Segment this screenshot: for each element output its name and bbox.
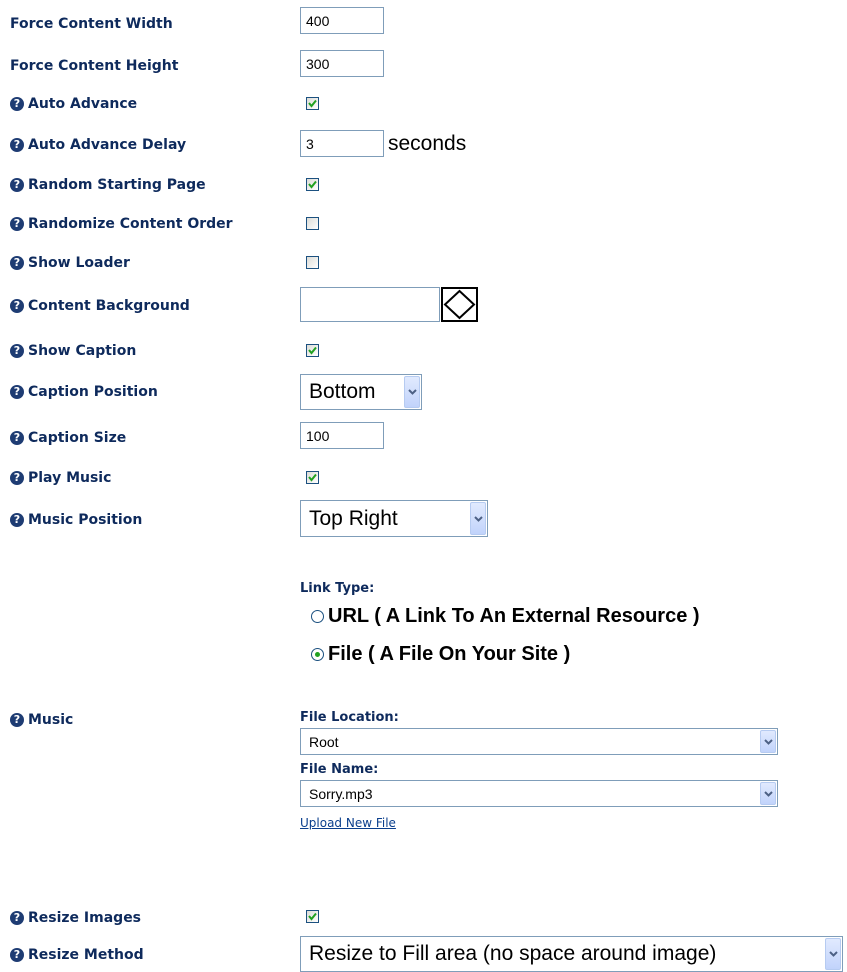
link-type-file-label: File ( A File On Your Site ) <box>328 643 571 665</box>
file-location-selected: Root <box>309 733 339 750</box>
help-question-icon[interactable]: ? <box>10 299 24 313</box>
show-loader-checkbox[interactable] <box>306 256 319 269</box>
seconds-unit-label: seconds <box>388 132 467 155</box>
music-position-selected: Top Right <box>309 506 398 530</box>
help-question-icon[interactable]: ? <box>10 138 24 152</box>
show-loader-text: Show Loader <box>28 255 130 271</box>
random-starting-page-text: Random Starting Page <box>28 177 206 193</box>
resize-images-text: Resize Images <box>28 910 142 926</box>
chevron-down-icon[interactable] <box>760 730 776 753</box>
resize-images-label: ? Resize Images <box>10 908 141 928</box>
checkmark-icon <box>308 912 317 921</box>
help-question-icon[interactable]: ? <box>10 344 24 358</box>
help-question-icon[interactable]: ? <box>10 713 24 727</box>
auto-advance-text: Auto Advance <box>28 96 138 112</box>
random-starting-page-label: ? Random Starting Page <box>10 175 206 195</box>
force-content-height-label: Force Content Height <box>10 56 178 76</box>
resize-method-label: ? Resize Method <box>10 945 144 965</box>
show-caption-checkbox[interactable] <box>306 344 319 357</box>
file-location-label: File Location: <box>300 710 399 725</box>
caption-size-input[interactable]: 100 <box>300 422 384 449</box>
music-position-label: ? Music Position <box>10 510 142 530</box>
play-music-text: Play Music <box>28 470 112 486</box>
upload-new-file-link[interactable]: Upload New File <box>300 816 396 830</box>
link-type-url-label: URL ( A Link To An External Resource ) <box>328 605 700 627</box>
force-content-height-input[interactable]: 300 <box>300 50 384 77</box>
help-question-icon[interactable]: ? <box>10 471 24 485</box>
play-music-label: ? Play Music <box>10 468 111 488</box>
chevron-down-icon[interactable] <box>825 938 841 970</box>
help-question-icon[interactable]: ? <box>10 217 24 231</box>
resize-images-checkbox[interactable] <box>306 910 319 923</box>
content-background-input[interactable] <box>300 287 440 322</box>
help-question-icon[interactable]: ? <box>10 256 24 270</box>
chevron-down-icon[interactable] <box>760 782 776 805</box>
auto-advance-label: ? Auto Advance <box>10 94 137 114</box>
show-caption-text: Show Caption <box>28 343 137 359</box>
caption-position-select[interactable]: Bottom <box>300 374 422 410</box>
music-position-text: Music Position <box>28 512 143 528</box>
link-type-file-option[interactable]: File ( A File On Your Site ) <box>311 643 570 666</box>
help-question-icon[interactable]: ? <box>10 948 24 962</box>
auto-advance-delay-value: 3 <box>306 135 314 152</box>
resize-method-text: Resize Method <box>28 947 144 963</box>
link-type-url-option[interactable]: URL ( A Link To An External Resource ) <box>311 605 700 628</box>
color-picker-diamond <box>443 289 476 320</box>
link-type-label: Link Type: <box>300 581 375 596</box>
force-content-width-text: Force Content Width <box>10 16 173 32</box>
help-question-icon[interactable]: ? <box>10 911 24 925</box>
randomize-content-order-label: ? Randomize Content Order <box>10 214 233 234</box>
random-starting-page-checkbox[interactable] <box>306 178 319 191</box>
resize-method-selected: Resize to Fill area (no space around ima… <box>309 942 717 965</box>
help-question-icon[interactable]: ? <box>10 97 24 111</box>
file-location-select[interactable]: Root <box>300 728 778 755</box>
show-caption-label: ? Show Caption <box>10 341 136 361</box>
randomize-content-order-checkbox[interactable] <box>306 217 319 230</box>
caption-size-value: 100 <box>306 427 330 444</box>
caption-position-selected: Bottom <box>309 380 376 403</box>
help-question-icon[interactable]: ? <box>10 178 24 192</box>
content-background-label: ? Content Background <box>10 296 190 316</box>
force-content-width-value: 400 <box>306 12 330 29</box>
auto-advance-delay-text: Auto Advance Delay <box>28 137 187 153</box>
auto-advance-delay-input[interactable]: 3 <box>300 130 384 157</box>
show-loader-label: ? Show Loader <box>10 253 130 273</box>
radio-url[interactable] <box>311 610 324 623</box>
file-name-label: File Name: <box>300 762 379 777</box>
caption-size-text: Caption Size <box>28 430 127 446</box>
force-content-width-label: Force Content Width <box>10 14 173 34</box>
caption-position-label: ? Caption Position <box>10 382 158 402</box>
checkmark-icon <box>308 473 317 482</box>
auto-advance-checkbox[interactable] <box>306 97 319 110</box>
auto-advance-delay-label: ? Auto Advance Delay <box>10 135 186 155</box>
caption-size-label: ? Caption Size <box>10 428 126 448</box>
help-question-icon[interactable]: ? <box>10 385 24 399</box>
help-question-icon[interactable]: ? <box>10 513 24 527</box>
force-content-height-text: Force Content Height <box>10 58 179 74</box>
music-text: Music <box>28 712 74 728</box>
color-picker-icon[interactable] <box>441 287 478 322</box>
file-name-selected: Sorry.mp3 <box>309 785 373 802</box>
checkmark-icon <box>308 346 317 355</box>
resize-method-select[interactable]: Resize to Fill area (no space around ima… <box>300 936 843 972</box>
chevron-down-icon[interactable] <box>404 376 420 408</box>
randomize-content-order-text: Randomize Content Order <box>28 216 233 232</box>
caption-position-text: Caption Position <box>28 384 158 400</box>
checkmark-icon <box>308 180 317 189</box>
force-content-width-input[interactable]: 400 <box>300 7 384 34</box>
chevron-down-icon[interactable] <box>470 502 486 535</box>
file-name-select[interactable]: Sorry.mp3 <box>300 780 778 807</box>
play-music-checkbox[interactable] <box>306 471 319 484</box>
help-question-icon[interactable]: ? <box>10 431 24 445</box>
radio-file[interactable] <box>311 648 324 661</box>
force-content-height-value: 300 <box>306 55 330 72</box>
music-label: ? Music <box>10 710 73 730</box>
checkmark-icon <box>308 99 317 108</box>
content-background-text: Content Background <box>28 298 190 314</box>
music-position-select[interactable]: Top Right <box>300 500 488 537</box>
